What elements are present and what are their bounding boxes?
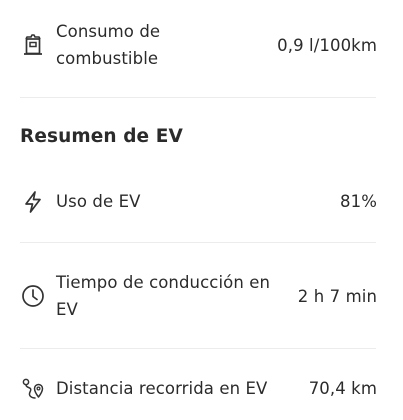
- fuel-consumption-row: Consumo de combustible 0,9 l/100km: [20, 18, 377, 72]
- ev-driving-time-label-line1: Tiempo de conducción en: [56, 273, 271, 292]
- fuel-consumption-label-line2: combustible: [56, 49, 159, 68]
- ev-driving-time-label-line2: EV: [56, 300, 78, 319]
- clock-icon: [20, 283, 46, 309]
- fuel-consumption-label: Consumo de combustible: [56, 18, 160, 72]
- ev-driving-time-row: Tiempo de conducción en EV 2 h 7 min: [20, 269, 377, 323]
- lightning-bolt-icon: [20, 189, 46, 215]
- fuel-pump-icon: [20, 32, 46, 58]
- ev-distance-label: Distancia recorrida en EV: [56, 379, 268, 398]
- ev-usage-value: 81%: [340, 192, 377, 211]
- ev-distance-value: 70,4 km: [308, 379, 377, 398]
- route-icon: [20, 376, 46, 402]
- divider: [20, 97, 376, 98]
- ev-driving-time-value: 2 h 7 min: [297, 286, 377, 306]
- divider: [20, 348, 376, 349]
- ev-usage-label: Uso de EV: [56, 192, 141, 211]
- fuel-consumption-value: 0,9 l/100km: [277, 35, 377, 55]
- fuel-consumption-label-line1: Consumo de: [56, 22, 161, 41]
- ev-distance-row: Distancia recorrida en EV 70,4 km: [20, 375, 377, 402]
- ev-driving-time-label: Tiempo de conducción en EV: [56, 269, 270, 323]
- ev-usage-row: Uso de EV 81%: [20, 188, 377, 215]
- divider: [20, 242, 376, 243]
- section-title-ev-summary: Resumen de EV: [20, 126, 183, 147]
